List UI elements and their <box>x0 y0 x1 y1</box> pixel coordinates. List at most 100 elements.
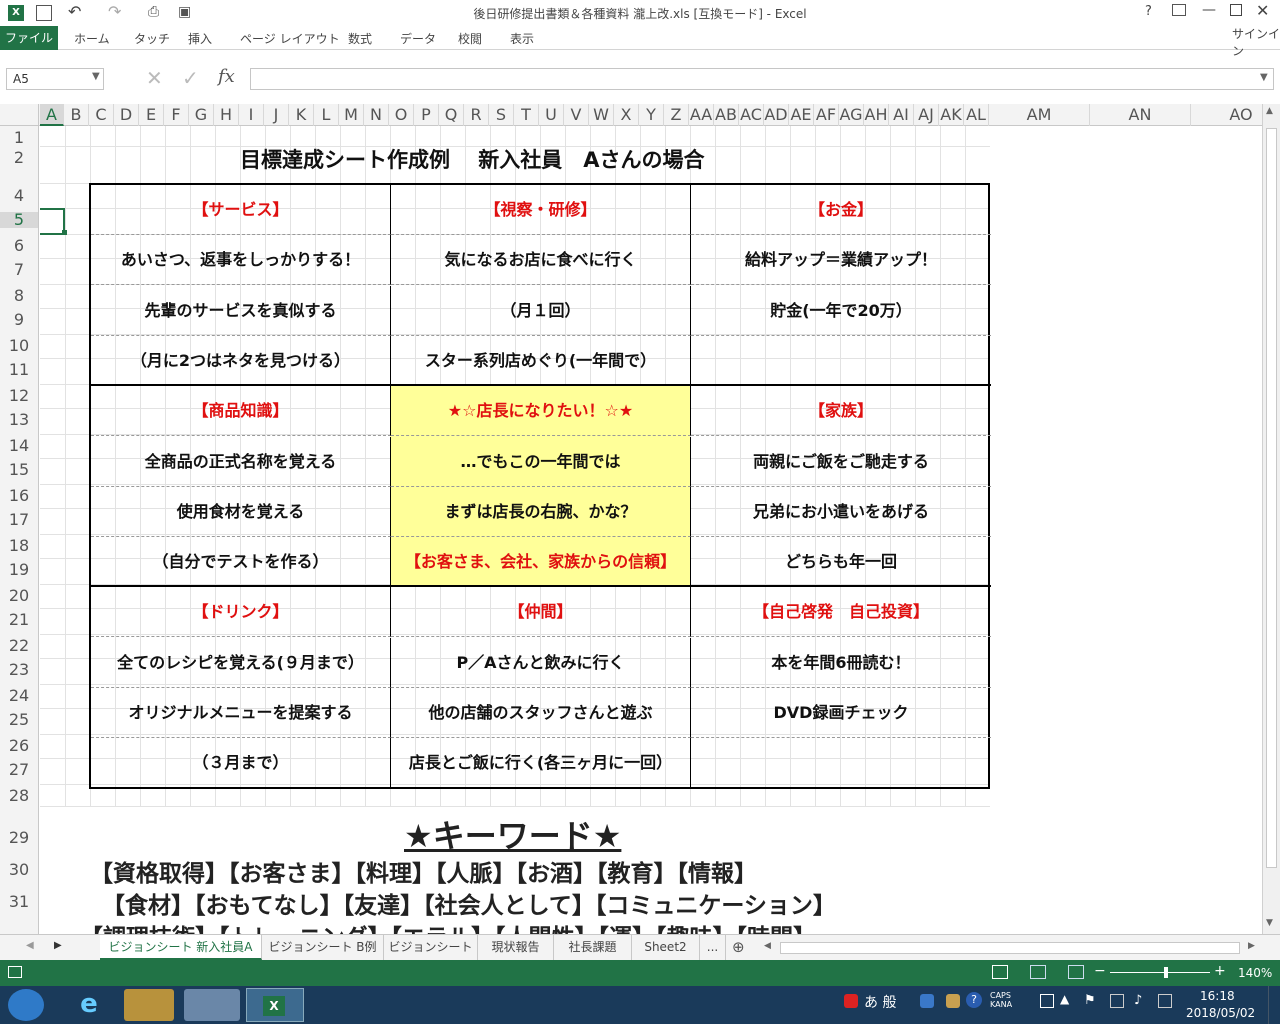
row-header-15[interactable]: 15 <box>0 462 38 478</box>
goal-cell-r6-c3[interactable]: 両親にご飯をご馳走する <box>691 437 991 487</box>
column-header-W[interactable]: W <box>589 104 614 126</box>
sheet-tab-vision-new-a[interactable]: ビジョンシート 新入社員A <box>100 935 262 960</box>
ribbon-display-icon[interactable] <box>1172 4 1186 16</box>
show-hidden-icons[interactable]: ▲ <box>1060 992 1069 1006</box>
row-header-31[interactable]: 31 <box>0 894 38 910</box>
row-header-29[interactable]: 29 <box>0 830 38 846</box>
sheet-tab-vision[interactable]: ビジョンシート <box>384 935 478 960</box>
tab-page-layout[interactable]: ページ レイアウト <box>240 30 340 47</box>
clock-date[interactable]: 2018/05/02 <box>1186 1006 1255 1020</box>
ime-help-icon[interactable]: ? <box>966 992 982 1008</box>
row-header-6[interactable]: 6 <box>0 238 38 254</box>
zoom-level[interactable]: 140% <box>1238 966 1272 980</box>
column-header-Q[interactable]: Q <box>439 104 464 126</box>
goal-cell-r12-c3[interactable] <box>691 738 991 788</box>
scroll-right-icon[interactable]: ▶ <box>1248 941 1255 951</box>
zoom-slider[interactable] <box>1110 972 1210 973</box>
column-header-AL[interactable]: AL <box>964 104 989 126</box>
goal-cell-r4-c2[interactable]: スター系列店めぐり(一年間で） <box>391 335 691 386</box>
clock-time[interactable]: 16:18 <box>1200 989 1235 1003</box>
goal-cell-r2-c3[interactable]: 給料アップ＝業績アップ！ <box>691 235 991 286</box>
add-sheet-icon[interactable]: ⊕ <box>732 938 745 956</box>
goal-cell-r5-c1[interactable]: 【商品知識】 <box>91 386 391 437</box>
goal-cell-r5-c3[interactable]: 【家族】 <box>691 386 991 437</box>
close-button[interactable]: ✕ <box>1256 1 1269 20</box>
column-header-AC[interactable]: AC <box>739 104 764 126</box>
goal-cell-r1-c2[interactable]: 【視察・研修】 <box>391 185 691 235</box>
row-header-4[interactable]: 4 <box>0 188 38 204</box>
tab-view[interactable]: 表示 <box>510 30 534 47</box>
column-header-H[interactable]: H <box>214 104 239 126</box>
row-header-25[interactable]: 25 <box>0 712 38 728</box>
row-header-26[interactable]: 26 <box>0 738 38 754</box>
goal-cell-r8-c2[interactable]: 【お客さま、会社、家族からの信頼】 <box>391 537 691 588</box>
row-header-20[interactable]: 20 <box>0 588 38 604</box>
excel-taskbar-icon[interactable]: X <box>246 988 304 1022</box>
row-header-30[interactable]: 30 <box>0 862 38 878</box>
start-button[interactable] <box>8 989 44 1021</box>
column-header-K[interactable]: K <box>289 104 314 126</box>
goal-cell-r10-c1[interactable]: 全てのレシピを覚える(９月まで） <box>91 637 391 688</box>
row-header-24[interactable]: 24 <box>0 688 38 704</box>
goal-cell-r7-c3[interactable]: 兄弟にお小遣いをあげる <box>691 487 991 537</box>
goal-cell-r11-c2[interactable]: 他の店舗のスタッフさんと遊ぶ <box>391 688 691 738</box>
goal-cell-r3-c2[interactable]: （月１回） <box>391 285 691 336</box>
goal-cell-r8-c1[interactable]: （自分でテストを作る） <box>91 537 391 588</box>
fill-handle[interactable] <box>62 230 67 235</box>
column-header-X[interactable]: X <box>614 104 639 126</box>
column-header-O[interactable]: O <box>389 104 414 126</box>
row-header-27[interactable]: 27 <box>0 762 38 778</box>
goal-cell-r9-c1[interactable]: 【ドリンク】 <box>91 587 391 638</box>
goal-cell-r9-c2[interactable]: 【仲間】 <box>391 587 691 638</box>
action-center-flag-icon[interactable]: ⚑ <box>1084 993 1096 1008</box>
tab-touch[interactable]: タッチ <box>134 30 170 47</box>
column-header-AN[interactable]: AN <box>1090 104 1191 126</box>
volume-icon[interactable]: ♪ <box>1134 993 1142 1008</box>
scroll-thumb[interactable] <box>1266 128 1277 868</box>
row-header-11[interactable]: 11 <box>0 362 38 378</box>
restore-button[interactable] <box>1230 4 1242 16</box>
minimize-button[interactable]: — <box>1202 2 1216 18</box>
goal-cell-r12-c1[interactable]: （３月まで） <box>91 738 391 789</box>
name-box-dropdown-icon[interactable]: ▼ <box>92 71 100 82</box>
page-layout-view-icon[interactable] <box>1030 965 1046 979</box>
goal-cell-r8-c3[interactable]: どちらも年一回 <box>691 537 991 588</box>
column-header-T[interactable]: T <box>514 104 539 126</box>
goal-cell-r4-c3[interactable] <box>691 336 991 386</box>
row-header-23[interactable]: 23 <box>0 662 38 678</box>
vertical-scrollbar[interactable]: ▲ ▼ <box>1262 104 1280 934</box>
normal-view-icon[interactable] <box>992 965 1008 979</box>
column-header-AM[interactable]: AM <box>989 104 1090 126</box>
tab-formulas[interactable]: 数式 <box>348 30 372 47</box>
insert-function-icon[interactable]: fx <box>218 66 235 87</box>
row-header-10[interactable]: 10 <box>0 338 38 354</box>
goal-cell-r7-c2[interactable]: まずは店長の右腕、かな？ <box>391 486 691 537</box>
column-header-AG[interactable]: AG <box>839 104 864 126</box>
row-header-5[interactable]: 5 <box>0 212 38 228</box>
goal-cell-r10-c2[interactable]: P／Aさんと飲みに行く <box>391 637 691 688</box>
goal-cell-r11-c3[interactable]: DVD録画チェック <box>691 688 991 738</box>
sheet-tab-status-report[interactable]: 現状報告 <box>478 935 554 960</box>
column-header-AF[interactable]: AF <box>814 104 839 126</box>
goal-cell-r7-c1[interactable]: 使用食材を覚える <box>91 486 391 537</box>
column-header-E[interactable]: E <box>139 104 164 126</box>
page-break-view-icon[interactable] <box>1068 965 1084 979</box>
remote-desktop-icon[interactable] <box>184 989 240 1021</box>
column-header-F[interactable]: F <box>164 104 189 126</box>
expand-formula-icon[interactable]: ▼ <box>1260 72 1268 83</box>
sheet-tab-president-task[interactable]: 社長課題 <box>554 935 632 960</box>
worksheet-grid[interactable]: 目標達成シート作成例 新入社員 Aさんの場合 【サービス】 【視察・研修】 【お金】… <box>40 126 1262 934</box>
row-header-9[interactable]: 9 <box>0 312 38 328</box>
row-header-18[interactable]: 18 <box>0 538 38 554</box>
column-header-L[interactable]: L <box>314 104 339 126</box>
goal-cell-r1-c1[interactable]: 【サービス】 <box>91 185 391 235</box>
goal-cell-r10-c3[interactable]: 本を年間6冊読む！ <box>691 638 991 688</box>
ime-tool-icon[interactable] <box>920 994 934 1008</box>
goal-cell-r3-c1[interactable]: 先輩のサービスを真似する <box>91 285 391 336</box>
row-header-2[interactable]: 2 <box>0 150 38 166</box>
goal-cell-r6-c1[interactable]: 全商品の正式名称を覚える <box>91 436 391 487</box>
column-header-G[interactable]: G <box>189 104 214 126</box>
select-all-corner[interactable] <box>0 104 39 126</box>
tab-file[interactable]: ファイル <box>0 26 58 50</box>
tab-home[interactable]: ホーム <box>74 30 110 47</box>
